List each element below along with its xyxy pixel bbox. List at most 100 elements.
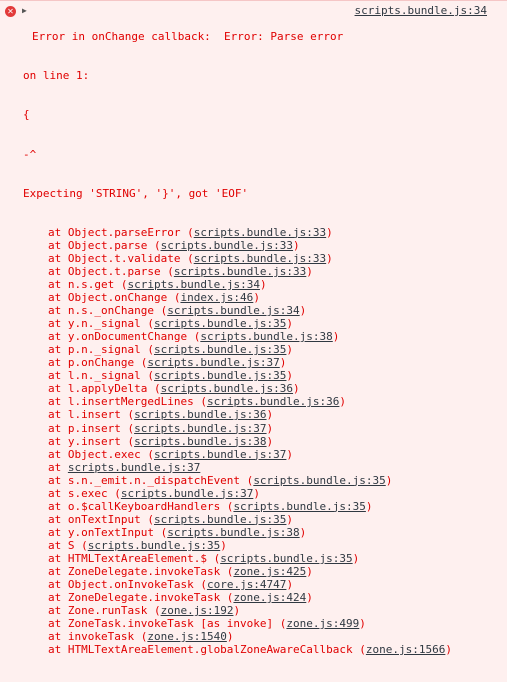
stack-frame-source-link[interactable]: scripts.bundle.js:37	[68, 461, 200, 474]
stack-frame-suffix: )	[286, 369, 294, 383]
stack-frame-suffix: )	[306, 264, 313, 278]
stack-frame-function: at Object.parse (	[48, 238, 161, 252]
stack-frame-source-link[interactable]: scripts.bundle.js:33	[161, 239, 293, 252]
stack-frame: at Object.parseError (scripts.bundle.js:…	[23, 226, 507, 239]
stack-frame-source-link[interactable]: scripts.bundle.js:36	[161, 382, 293, 395]
stack-frame-function: at l.n._signal (	[48, 369, 154, 383]
stack-frame: at Zone.runTask (zone.js:192)	[23, 604, 507, 617]
stack-frame-suffix: )	[306, 565, 313, 579]
stack-frame-suffix: )	[326, 225, 333, 239]
stack-frame-function: at p.n._signal (	[48, 343, 154, 357]
stack-frame: at l.n._signal (scripts.bundle.js:35)	[23, 369, 507, 382]
stack-frame: at o.$callKeyboardHandlers (scripts.bund…	[23, 500, 507, 513]
stack-frame-function: at HTMLTextAreaElement.$ (	[48, 551, 221, 565]
stack-frame-source-link[interactable]: zone.js:424	[233, 591, 306, 604]
stack-frame-suffix: )	[299, 304, 307, 318]
stack-frame: at s.n._emit.n._dispatchEvent (scripts.b…	[23, 474, 507, 487]
stack-frame-source-link[interactable]: scripts.bundle.js:38	[167, 526, 299, 539]
stack-frame-source-link[interactable]: zone.js:425	[233, 565, 306, 578]
stack-frame-suffix: )	[445, 643, 452, 657]
stack-frame-source-link[interactable]: scripts.bundle.js:34	[127, 278, 259, 291]
stack-frame-source-link[interactable]: scripts.bundle.js:37	[121, 487, 253, 500]
stack-frame-function: at Object.t.parse (	[48, 264, 174, 278]
stack-frame: at ZoneDelegate.invokeTask (zone.js:424)	[23, 591, 507, 604]
error-title: Error in onChange callback: Error: Parse…	[32, 30, 350, 44]
stack-frame-function: at S (	[48, 538, 88, 552]
stack-frame-function: at	[48, 460, 68, 474]
stack-frame: at HTMLTextAreaElement.globalZoneAwareCa…	[23, 643, 507, 656]
stack-frame-suffix: )	[339, 395, 347, 409]
stack-frame-suffix: )	[259, 277, 267, 291]
stack-frame-source-link[interactable]: scripts.bundle.js:36	[134, 408, 266, 421]
stack-frame-source-link[interactable]: scripts.bundle.js:35	[154, 317, 286, 330]
stack-frame-function: at Object.t.validate (	[48, 251, 194, 265]
stack-frame-suffix: )	[352, 551, 360, 565]
stack-frame-source-link[interactable]: scripts.bundle.js:35	[154, 513, 286, 526]
stack-frame-function: at Object.onInvokeTask (	[48, 578, 207, 592]
stack-frame-source-link[interactable]: scripts.bundle.js:38	[134, 435, 266, 448]
stack-frame-suffix: )	[299, 525, 307, 539]
stack-frame-function: at o.$callKeyboardHandlers (	[48, 499, 234, 513]
stack-frame: at Object.t.validate (scripts.bundle.js:…	[23, 252, 507, 265]
stack-frame: at Object.onChange (index.js:46)	[23, 291, 507, 304]
stack-frame: at y.onDocumentChange (scripts.bundle.js…	[23, 330, 507, 343]
stack-frame-suffix: )	[385, 473, 393, 487]
stack-frame-function: at Object.exec (	[48, 447, 154, 461]
stack-frame-suffix: )	[253, 486, 260, 500]
stack-frame: at p.insert (scripts.bundle.js:37)	[23, 422, 507, 435]
stack-frame-suffix: )	[266, 408, 274, 422]
stack-frame-source-link[interactable]: zone.js:1540	[147, 630, 226, 643]
stack-frame-function: at ZoneDelegate.invokeTask (	[48, 591, 234, 605]
stack-frame: at p.onChange (scripts.bundle.js:37)	[23, 356, 507, 369]
stack-frame: at s.exec (scripts.bundle.js:37)	[23, 487, 507, 500]
stack-frame-source-link[interactable]: scripts.bundle.js:37	[147, 356, 279, 369]
stack-frame-source-link[interactable]: scripts.bundle.js:36	[207, 395, 339, 408]
stack-frame-source-link[interactable]: scripts.bundle.js:33	[194, 252, 326, 265]
stack-frame-source-link[interactable]: scripts.bundle.js:35	[233, 500, 365, 513]
stack-frame-source-link[interactable]: scripts.bundle.js:33	[194, 226, 326, 239]
stack-frame-function: at Zone.runTask (	[48, 604, 161, 618]
stack-frame-source-link[interactable]: scripts.bundle.js:33	[174, 265, 306, 278]
stack-frame-suffix: )	[279, 356, 287, 370]
stack-frame: at y.n._signal (scripts.bundle.js:35)	[23, 317, 507, 330]
stack-frame: at l.insertMergedLines (scripts.bundle.j…	[23, 395, 507, 408]
stack-frame-suffix: )	[293, 382, 300, 396]
stack-frame-source-link[interactable]: zone.js:1566	[366, 643, 445, 656]
stack-frame-source-link[interactable]: scripts.bundle.js:37	[134, 422, 266, 435]
stack-frame: at ZoneDelegate.invokeTask (zone.js:425)	[23, 565, 507, 578]
stack-frame-suffix: )	[286, 447, 294, 461]
stack-frame: at l.insert (scripts.bundle.js:36)	[23, 408, 507, 421]
error-message-line: on line 1:	[23, 69, 90, 83]
stack-frame: at scripts.bundle.js:37	[23, 461, 507, 474]
stack-frame-source-link[interactable]: scripts.bundle.js:35	[154, 343, 286, 356]
stack-frame-source-link[interactable]: scripts.bundle.js:35	[88, 539, 220, 552]
stack-frame-source-link[interactable]: scripts.bundle.js:35	[253, 474, 385, 487]
stack-frame-source-link[interactable]: zone.js:192	[161, 604, 234, 617]
stack-frame-source-link[interactable]: zone.js:499	[286, 617, 359, 630]
stack-frame-function: at p.onChange (	[48, 356, 148, 370]
stack-frame-source-link[interactable]: scripts.bundle.js:38	[200, 330, 332, 343]
stack-frame: at p.n._signal (scripts.bundle.js:35)	[23, 343, 507, 356]
stack-frame-suffix: )	[253, 291, 260, 305]
stack-frame-function: at l.insertMergedLines (	[48, 395, 207, 409]
stack-frame: at invokeTask (zone.js:1540)	[23, 630, 507, 643]
stack-frame-source-link[interactable]: scripts.bundle.js:35	[220, 552, 352, 565]
stack-frame-source-link[interactable]: core.js:4747	[207, 578, 286, 591]
stack-frame-function: at s.exec (	[48, 486, 121, 500]
stack-frame: at onTextInput (scripts.bundle.js:35)	[23, 513, 507, 526]
stack-frame-suffix: )	[286, 578, 294, 592]
stack-frame-source-link[interactable]: scripts.bundle.js:37	[154, 448, 286, 461]
stack-frame-function: at Object.parseError (	[48, 225, 194, 239]
stack-frame: at n.s._onChange (scripts.bundle.js:34)	[23, 304, 507, 317]
stack-frame: at Object.exec (scripts.bundle.js:37)	[23, 448, 507, 461]
stack-frame: at n.s.get (scripts.bundle.js:34)	[23, 278, 507, 291]
stack-frame-function: at p.insert (	[48, 421, 135, 435]
stack-frame-source-link[interactable]: scripts.bundle.js:34	[167, 304, 299, 317]
stack-frame-function: at invokeTask (	[48, 630, 148, 644]
stack-frame-function: at y.insert (	[48, 434, 135, 448]
stack-frame: at y.onTextInput (scripts.bundle.js:38)	[23, 526, 507, 539]
stack-frame-source-link[interactable]: scripts.bundle.js:35	[154, 369, 286, 382]
stack-frame-source-link[interactable]: index.js:46	[180, 291, 253, 304]
stack-frame: at ZoneTask.invokeTask [as invoke] (zone…	[23, 617, 507, 630]
stack-frame-function: at ZoneTask.invokeTask [as invoke] (	[48, 617, 287, 631]
